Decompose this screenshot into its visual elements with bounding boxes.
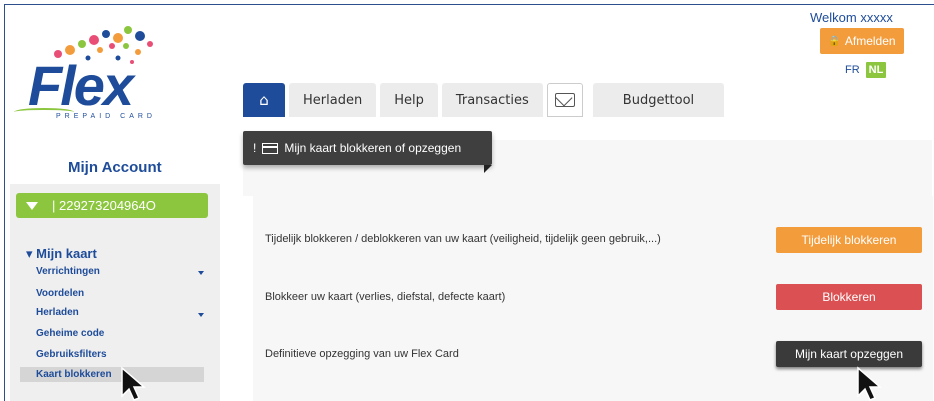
chevron-down-icon [26,201,38,210]
tab-transacties[interactable]: Transacties [441,83,543,117]
block-button[interactable]: Blokkeren [776,284,922,310]
tab-herladen[interactable]: Herladen [289,83,377,117]
cancel-card-button[interactable]: Mijn kaart opzeggen [776,341,922,367]
flex-logo[interactable]: Flex PREPAID CARD [10,14,170,126]
header-band [492,140,932,196]
header-band-left [243,165,492,196]
alert-icon: ! [253,141,257,155]
tab-help[interactable]: Help [380,83,438,117]
sidebar-item-kaart-blokkeren[interactable]: Kaart blokkeren [36,369,112,380]
welcome-text: Welkom xxxxx [810,10,893,25]
chevron-down-icon[interactable] [198,313,204,317]
sidebar-item-geheime-code[interactable]: Geheime code [36,328,104,339]
row-temporary-block-text: Tijdelijk blokkeren / deblokkeren van uw… [265,233,661,245]
sidebar-item-herladen[interactable]: Herladen [36,307,79,318]
chevron-down-icon[interactable] [198,271,204,275]
language-nl[interactable]: NL [866,62,886,78]
main-tabs: ⌂ Herladen Help Transacties Budgettool [243,83,725,117]
home-icon: ⌂ [259,91,269,109]
sidebar-group-mijn-kaart[interactable]: ▾ Mijn kaart [26,246,97,262]
card-number: | 229273204964O [52,198,156,213]
row-cancel-text: Definitieve opzegging van uw Flex Card [265,348,459,360]
section-title: Mijn kaart blokkeren of opzeggen [284,141,462,155]
logo-text: Flex [28,54,134,117]
sidebar-title: Mijn Account [68,159,162,176]
temporary-block-button[interactable]: Tijdelijk blokkeren [776,227,922,253]
ribbon-fold [484,165,492,173]
logo-subtitle: PREPAID CARD [56,113,156,120]
sidebar-item-verrichtingen[interactable]: Verrichtingen [36,266,100,277]
sidebar-item-gebruiksfilters[interactable]: Gebruiksfilters [36,349,107,360]
tab-mail[interactable] [546,83,583,117]
card-selector[interactable]: | 229273204964O [16,193,208,218]
logout-button[interactable]: 🔒 Afmelden [820,28,904,54]
tab-home[interactable]: ⌂ [243,83,285,117]
lock-icon: 🔒 [828,35,841,47]
mail-icon [554,93,575,107]
tab-budgettool[interactable]: Budgettool [592,83,725,117]
row-block-text: Blokkeer uw kaart (verlies, diefstal, de… [265,291,506,303]
card-icon [262,142,279,154]
logout-label: Afmelden [844,34,896,48]
language-fr[interactable]: FR [845,62,860,78]
sidebar-item-voordelen[interactable]: Voordelen [36,288,84,299]
section-header: ! Mijn kaart blokkeren of opzeggen [243,131,492,165]
